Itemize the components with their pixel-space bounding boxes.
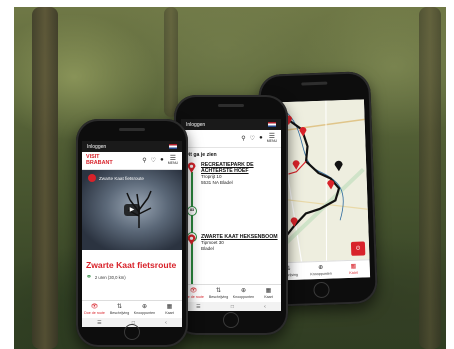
location-pin-icon <box>187 234 196 245</box>
login-link[interactable]: Inloggen <box>87 144 106 150</box>
map-marker[interactable] <box>299 123 308 141</box>
forest-background: ⊙ ⇅ Beschrijving ⊕ Knooppunten ▦ Kaart I… <box>14 7 446 349</box>
location-pin-icon <box>187 162 196 173</box>
recent-apps-icon[interactable]: ☰ <box>196 304 200 310</box>
poi-name[interactable]: RECREATIEPARK DE ACHTERSTE HOEF <box>201 162 281 174</box>
app-header: ⚲ ♡ ● ☰ MENU <box>181 130 281 148</box>
search-icon[interactable]: ⚲ <box>241 135 245 142</box>
tab-doe-de-route[interactable]: 👁 Doe de route <box>82 301 107 318</box>
video-player[interactable]: Zwarte Kaat fietsroute ▶ <box>82 170 182 250</box>
tab-beschrijving[interactable]: ⇅ Beschrijving <box>206 285 231 302</box>
home-button[interactable] <box>124 324 140 340</box>
poi-list: RECREATIEPARK DE ACHTERSTE HOEF Troprijt… <box>181 162 281 304</box>
tab-label: Kaart <box>349 270 358 275</box>
tab-label: Kaart <box>264 295 273 299</box>
video-header: Zwarte Kaat fietsroute <box>88 174 178 182</box>
tab-knooppunten[interactable]: ⊕ Knooppunten <box>231 285 256 302</box>
list-icon: ⇅ <box>116 304 123 310</box>
phone-speaker <box>119 128 145 131</box>
logo-line: BRABANT <box>86 159 113 166</box>
eye-icon: 👁 <box>90 304 99 310</box>
status-bar: Inloggen <box>82 141 182 152</box>
search-icon[interactable]: ⚲ <box>142 157 146 164</box>
tab-knooppunten[interactable]: ⊕ Knooppunten <box>132 301 157 318</box>
tab-kaart[interactable]: ▦ Kaart <box>337 260 370 278</box>
menu-button[interactable]: ☰ MENU <box>266 133 277 144</box>
nodes-icon: ⊕ <box>240 288 247 294</box>
tab-label: Knooppunten <box>133 311 156 315</box>
tab-label: Knooppunten <box>232 295 255 299</box>
menu-label: MENU <box>266 138 277 143</box>
tab-kaart[interactable]: ▦ Kaart <box>256 285 281 302</box>
bike-icon: ⚭ <box>86 274 92 281</box>
heart-icon[interactable]: ♡ <box>250 135 255 142</box>
nodes-icon: ⊕ <box>318 264 324 272</box>
location-pin-icon[interactable]: ● <box>160 157 164 163</box>
description-screen: Inloggen ⚲ ♡ ● ☰ MENU Dit ga je zien REC… <box>181 119 281 311</box>
app-header: VISIT BRABANT ⚲ ♡ ● ☰ MENU <box>82 152 182 170</box>
map-marker[interactable] <box>290 214 299 232</box>
current-location-marker[interactable] <box>334 158 344 176</box>
back-icon[interactable]: ‹ <box>165 320 167 326</box>
recent-apps-icon[interactable]: ☰ <box>97 320 101 326</box>
route-node[interactable]: 83 <box>187 206 197 216</box>
tab-label: Beschrijving <box>109 311 130 315</box>
map-marker[interactable] <box>327 176 336 194</box>
location-pin-icon[interactable]: ● <box>259 135 263 141</box>
tab-knooppunten[interactable]: ⊕ Knooppunten <box>304 261 337 279</box>
home-icon[interactable]: □ <box>231 304 234 310</box>
tab-bar: 👁 Doe de route ⇅ Beschrijving ⊕ Knooppun… <box>82 300 182 318</box>
tab-label: Beschrijving <box>208 295 229 299</box>
menu-button[interactable]: ☰ MENU <box>167 155 178 166</box>
home-button[interactable] <box>223 312 239 328</box>
poi-item[interactable]: RECREATIEPARK DE ACHTERSTE HOEF Troprijt… <box>181 162 281 186</box>
map-icon: ▦ <box>166 304 173 310</box>
route-duration: ⚭ 2 uren (30,0 km) <box>82 273 182 281</box>
tree-trunk-right <box>419 7 441 349</box>
status-bar: Inloggen <box>181 119 281 130</box>
poi-city: Bladel <box>201 246 214 251</box>
phone-route: Inloggen VISIT BRABANT ⚲ ♡ ● ☰ MENU Zwar… <box>76 119 188 347</box>
dutch-flag-icon[interactable] <box>268 122 276 127</box>
locate-me-button[interactable]: ⊙ <box>350 241 366 256</box>
tab-label: Knooppunten <box>310 271 332 277</box>
map-marker[interactable] <box>292 157 301 175</box>
tab-beschrijving[interactable]: ⇅ Beschrijving <box>107 301 132 318</box>
route-title: Zwarte Kaat fietsroute <box>86 260 177 270</box>
tree-trunk-middle <box>164 7 178 117</box>
back-icon[interactable]: ‹ <box>264 304 266 310</box>
home-button[interactable] <box>313 281 330 299</box>
play-button[interactable]: ▶ <box>124 204 140 216</box>
section-heading: Dit ga je zien <box>185 152 217 158</box>
route-screen: Inloggen VISIT BRABANT ⚲ ♡ ● ☰ MENU Zwar… <box>82 141 182 327</box>
login-link[interactable]: Inloggen <box>186 122 205 128</box>
phone-speaker <box>301 81 328 86</box>
duration-text: 2 uren (30,0 km) <box>94 274 126 280</box>
poi-city: 5531 NA Bladel <box>201 180 233 186</box>
eye-icon: 👁 <box>189 288 198 294</box>
android-nav-bar: ☰ □ ‹ <box>181 302 281 311</box>
menu-label: MENU <box>167 160 178 165</box>
play-icon: ▶ <box>129 207 135 213</box>
channel-avatar <box>88 174 96 182</box>
dutch-flag-icon[interactable] <box>169 144 177 149</box>
heart-icon[interactable]: ♡ <box>151 157 156 164</box>
map-icon: ▦ <box>265 288 272 294</box>
visit-brabant-logo[interactable]: VISIT BRABANT <box>86 154 113 166</box>
tab-kaart[interactable]: ▦ Kaart <box>157 301 182 318</box>
nodes-icon: ⊕ <box>141 304 148 310</box>
tree-trunk-left <box>32 7 58 349</box>
map-icon: ▦ <box>350 263 357 270</box>
tab-bar: 👁 Doe de route ⇅ Beschrijving ⊕ Knooppun… <box>181 284 281 302</box>
video-title: Zwarte Kaat fietsroute <box>99 175 144 181</box>
poi-item[interactable]: ZWARTE KAAT HEKSENBOOM Tipmoet 30 Bladel <box>181 234 281 252</box>
locate-icon: ⊙ <box>355 245 361 252</box>
tab-label: Doe de route <box>84 311 105 315</box>
phone-speaker <box>218 104 244 107</box>
tab-label: Kaart <box>165 311 174 315</box>
list-icon: ⇅ <box>215 288 222 294</box>
phone-description: Inloggen ⚲ ♡ ● ☰ MENU Dit ga je zien REC… <box>174 95 288 335</box>
